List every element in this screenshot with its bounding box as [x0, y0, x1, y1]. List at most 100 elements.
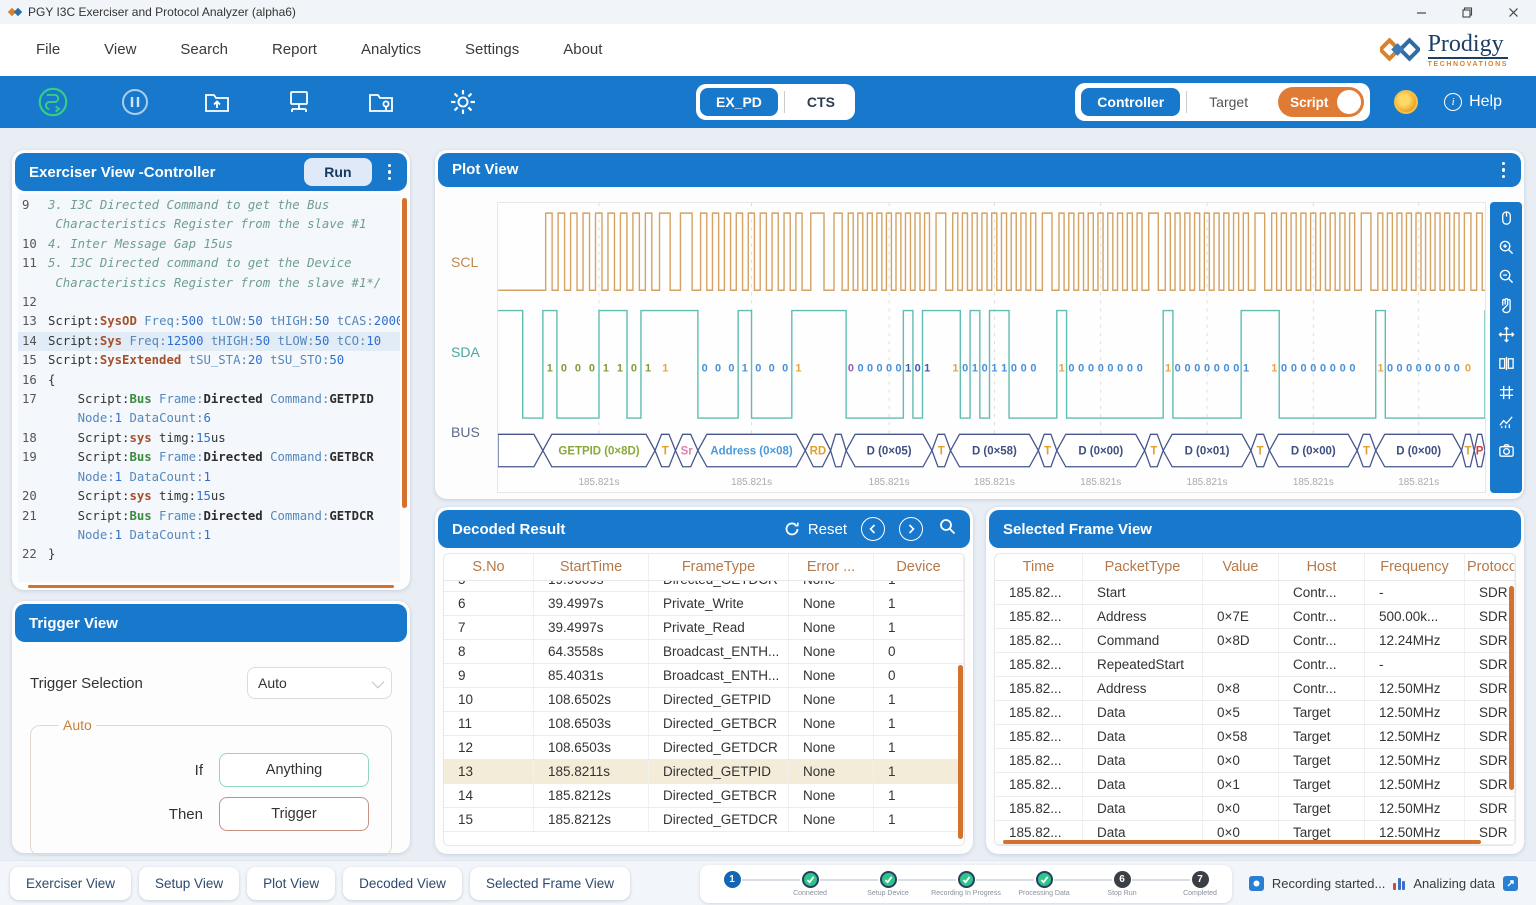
move-icon[interactable] — [1497, 326, 1515, 344]
view-tab-selected-frame-view[interactable]: Selected Frame View — [470, 867, 630, 900]
selframe-vscrollbar[interactable] — [1509, 586, 1514, 790]
table-row[interactable]: 13185.8211sDirected_GETPIDNone1 — [444, 760, 964, 784]
mode-button-expd[interactable]: EX_PD — [700, 88, 778, 116]
column-header[interactable]: Device — [874, 554, 964, 580]
table-row[interactable]: 185.82...RepeatedStartContr...-SDR — [995, 653, 1515, 677]
decoded-vscrollbar[interactable] — [958, 665, 963, 840]
next-arrow-icon[interactable] — [899, 517, 923, 541]
then-action-button[interactable]: Trigger — [219, 797, 369, 831]
table-row[interactable]: 185.82...Data0×1Target12.50MHzSDR — [995, 773, 1515, 797]
role-button-target[interactable]: Target — [1193, 88, 1264, 116]
minimize-button[interactable] — [1398, 0, 1444, 24]
view-tab-exerciser-view[interactable]: Exerciser View — [10, 867, 131, 900]
if-condition-button[interactable]: Anything — [219, 753, 369, 787]
mode-button-cts[interactable]: CTS — [791, 88, 851, 116]
view-tab-plot-view[interactable]: Plot View — [247, 867, 335, 900]
code-line[interactable]: Characteristics Register from the slave … — [18, 274, 400, 293]
editor-hscrollbar[interactable] — [28, 585, 394, 588]
column-header[interactable]: Time — [995, 554, 1083, 580]
column-header[interactable]: Host — [1279, 554, 1365, 580]
code-line[interactable]: 20 Script:sys timg:15us — [18, 487, 400, 506]
mouse-icon[interactable] — [1497, 210, 1515, 228]
theme-icon[interactable] — [1394, 90, 1418, 114]
pause-icon[interactable] — [120, 87, 150, 117]
search-icon[interactable] — [939, 518, 956, 540]
script-toggle[interactable]: Script — [1278, 87, 1364, 117]
code-line[interactable]: 19 Script:Bus Frame:Directed Command:GET… — [18, 448, 400, 467]
folder-upload-icon[interactable] — [202, 87, 232, 117]
table-row[interactable]: 15185.8212sDirected_GETDCRNone1 — [444, 808, 964, 832]
table-row[interactable]: 185.82...Data0×0Target12.50MHzSDR — [995, 749, 1515, 773]
waveform-area[interactable]: 185.821s185.821s185.821s185.821s185.821s… — [497, 202, 1486, 493]
maximize-button[interactable] — [1444, 0, 1490, 24]
bus-frame[interactable] — [498, 434, 543, 466]
hand-icon[interactable] — [1497, 297, 1515, 315]
gear-icon[interactable] — [448, 87, 478, 117]
column-header[interactable]: Protocol — [1465, 554, 1515, 580]
script-editor[interactable]: 93. I3C Directed Command to get the Bus … — [18, 194, 400, 582]
menu-item-analytics[interactable]: Analytics — [361, 41, 421, 58]
zoom-out-icon[interactable] — [1497, 268, 1515, 286]
menu-item-about[interactable]: About — [563, 41, 602, 58]
column-header[interactable]: Value — [1203, 554, 1279, 580]
view-tab-decoded-view[interactable]: Decoded View — [343, 867, 462, 900]
menu-item-search[interactable]: Search — [180, 41, 228, 58]
folder-pin-icon[interactable] — [366, 87, 396, 117]
table-row[interactable]: 185.82...Data0×5Target12.50MHzSDR — [995, 701, 1515, 725]
column-header[interactable]: S.No — [444, 554, 534, 580]
code-line[interactable]: 22} — [18, 545, 400, 564]
editor-vscrollbar[interactable] — [402, 198, 407, 508]
table-row[interactable]: 10108.6502sDirected_GETPIDNone1 — [444, 688, 964, 712]
table-row[interactable]: 739.4997sPrivate_ReadNone1 — [444, 616, 964, 640]
help-button[interactable]: i Help — [1444, 93, 1502, 111]
trigger-selection-dropdown[interactable]: Auto — [247, 667, 392, 699]
code-line[interactable]: 13Script:SysOD Freq:500 tLOW:50 tHIGH:50… — [18, 312, 400, 331]
reset-button[interactable]: Reset — [784, 521, 847, 538]
column-header[interactable]: PacketType — [1083, 554, 1203, 580]
table-row[interactable]: 185.82...StartContr...-SDR — [995, 581, 1515, 605]
compare-icon[interactable] — [1497, 355, 1515, 373]
table-row[interactable]: 985.4031sBroadcast_ENTH...None0 — [444, 664, 964, 688]
code-line[interactable]: 17 Script:Bus Frame:Directed Command:GET… — [18, 390, 400, 409]
flow-icon[interactable] — [38, 87, 68, 117]
menu-item-file[interactable]: File — [36, 41, 60, 58]
selframe-hscrollbar[interactable] — [1003, 840, 1481, 844]
code-line[interactable]: 12 — [18, 293, 400, 312]
column-header[interactable]: Error ... — [789, 554, 874, 580]
table-row[interactable]: 185.82...Data0×0Target12.50MHzSDR — [995, 797, 1515, 821]
code-line[interactable]: Node:1 DataCount:6 — [18, 409, 400, 428]
table-row[interactable]: 11108.6503sDirected_GETBCRNone1 — [444, 712, 964, 736]
view-tab-setup-view[interactable]: Setup View — [139, 867, 239, 900]
code-line[interactable]: 93. I3C Directed Command to get the Bus — [18, 196, 400, 215]
table-row[interactable]: 185.82...Address0×8Contr...12.50MHzSDR — [995, 677, 1515, 701]
monitor-network-icon[interactable] — [284, 87, 314, 117]
table-row[interactable]: 14185.8212sDirected_GETBCRNone1 — [444, 784, 964, 808]
menu-item-view[interactable]: View — [104, 41, 136, 58]
role-button-controller[interactable]: Controller — [1081, 88, 1180, 116]
table-row[interactable]: 185.82...Data0×58Target12.50MHzSDR — [995, 725, 1515, 749]
table-row[interactable]: 639.4997sPrivate_WriteNone1 — [444, 592, 964, 616]
code-line[interactable]: 104. Inter Message Gap 15us — [18, 235, 400, 254]
run-button[interactable]: Run — [304, 158, 371, 186]
code-line[interactable]: 15Script:SysExtended tSU_STA:20 tSU_STO:… — [18, 351, 400, 370]
trend-icon[interactable] — [1497, 413, 1515, 431]
code-line[interactable]: 14Script:Sys Freq:12500 tHIGH:50 tLOW:50… — [18, 332, 400, 351]
bus-frame[interactable] — [831, 434, 847, 466]
code-line[interactable]: 16{ — [18, 371, 400, 390]
code-line[interactable]: Characteristics Register from the slave … — [18, 215, 400, 234]
close-button[interactable] — [1490, 0, 1536, 24]
table-row[interactable]: 864.3558sBroadcast_ENTH...None0 — [444, 640, 964, 664]
column-header[interactable]: StartTime — [534, 554, 649, 580]
table-row[interactable]: 185.82...Command0×8DContr...12.24MHzSDR — [995, 629, 1515, 653]
menu-item-report[interactable]: Report — [272, 41, 317, 58]
column-header[interactable]: FrameType — [649, 554, 789, 580]
camera-icon[interactable] — [1497, 442, 1515, 460]
table-row[interactable]: 12108.6503sDirected_GETDCRNone1 — [444, 736, 964, 760]
table-row[interactable]: 519.9609sDirected_GETDCRNone1 — [444, 581, 964, 592]
code-line[interactable]: 115. I3C Directed command to get the Dev… — [18, 254, 400, 273]
code-line[interactable]: 21 Script:Bus Frame:Directed Command:GET… — [18, 507, 400, 526]
code-line[interactable]: 18 Script:sys timg:15us — [18, 429, 400, 448]
prev-arrow-icon[interactable] — [861, 517, 885, 541]
zoom-in-icon[interactable] — [1497, 239, 1515, 257]
code-line[interactable]: Node:1 DataCount:1 — [18, 526, 400, 545]
